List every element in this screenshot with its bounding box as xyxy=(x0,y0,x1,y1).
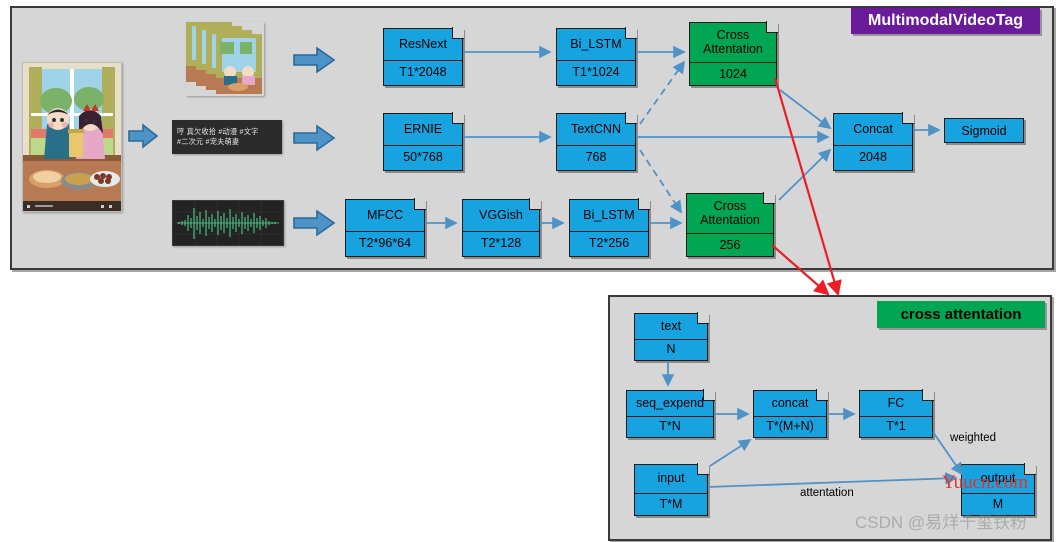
text-flow-arrow xyxy=(292,123,336,153)
main-panel-title: MultimodalVideoTag xyxy=(851,8,1040,34)
corner-fold-icon xyxy=(696,312,709,325)
caption-line-1: 哼 真欠收拾 #动漫 #文字 xyxy=(177,126,259,136)
node-ernie[interactable]: ERNIE 50*768 xyxy=(383,112,464,171)
node-mfcc[interactable]: MFCC T2*96*64 xyxy=(345,198,426,257)
node-ernie-label: ERNIE xyxy=(403,121,443,136)
node-vggish-label: VGGish xyxy=(479,207,523,222)
node-bilstm-video-value: T1*1024 xyxy=(557,60,635,85)
label-attentation: attentation xyxy=(800,487,854,499)
csdn-watermark: CSDN @易烊千玺铁粉 xyxy=(855,513,1028,532)
node-textcnn-label: TextCNN xyxy=(570,121,621,136)
node-cross-attention-audio[interactable]: Cross Attentation 256 xyxy=(686,192,775,258)
corner-fold-icon xyxy=(901,112,914,125)
audio-flow-arrow xyxy=(292,208,336,238)
node-cross-attention-audio-label: Cross Attentation xyxy=(700,199,760,227)
node-cross-attention-video-value: 1024 xyxy=(690,62,776,87)
video-flow-arrow xyxy=(292,45,336,75)
node-bilstm-audio[interactable]: Bi_LSTM T2*256 xyxy=(569,198,650,257)
corner-fold-icon xyxy=(624,112,637,125)
node-fc[interactable]: FC T*1 xyxy=(859,389,934,438)
node-concat[interactable]: Concat 2048 xyxy=(833,112,914,171)
corner-fold-icon xyxy=(765,21,778,34)
node-detail-concat[interactable]: concat T*(M+N) xyxy=(753,389,828,438)
node-seq-expend[interactable]: seq_expend T*N xyxy=(626,389,715,438)
node-seq-expend-label: seq_expend xyxy=(635,395,705,410)
corner-fold-icon xyxy=(413,198,426,211)
node-vggish[interactable]: VGGish T2*128 xyxy=(462,198,541,257)
node-seq-expend-value: T*N xyxy=(627,416,713,437)
corner-fold-icon xyxy=(451,112,464,125)
audio-waveform-thumbnail xyxy=(172,200,284,246)
corner-fold-icon xyxy=(921,389,934,402)
caption-line-2: #二次元 #宠夫萌妻 xyxy=(177,137,240,146)
corner-fold-icon xyxy=(762,192,775,205)
corner-fold-icon xyxy=(696,463,709,476)
node-resnext-label: ResNext xyxy=(399,36,447,51)
node-detail-concat-value: T*(M+N) xyxy=(754,416,826,437)
video-poster-thumbnail xyxy=(22,62,122,212)
node-ernie-value: 50*768 xyxy=(384,145,462,170)
yuucn-watermark: Yuucn.com xyxy=(942,472,1029,493)
node-concat-label: Concat xyxy=(853,121,893,136)
node-vggish-value: T2*128 xyxy=(463,231,539,256)
node-detail-text-value: N xyxy=(635,339,707,360)
corner-fold-icon xyxy=(624,27,637,40)
label-weighted: weighted xyxy=(950,432,997,444)
node-concat-value: 2048 xyxy=(834,145,912,170)
node-cross-attention-video-label: Cross Attentation xyxy=(703,28,763,56)
node-sigmoid[interactable]: Sigmoid xyxy=(944,118,1024,143)
poster-to-text-arrow xyxy=(128,122,159,150)
corner-fold-icon xyxy=(528,198,541,211)
video-frames-thumbnail xyxy=(186,22,264,96)
node-input[interactable]: input T*M xyxy=(634,463,709,516)
text-caption-thumbnail: 哼 真欠收拾 #动漫 #文字 #二次元 #宠夫萌妻 xyxy=(172,120,282,154)
node-bilstm-audio-value: T2*256 xyxy=(570,231,648,256)
corner-fold-icon xyxy=(702,389,715,402)
node-detail-text[interactable]: text N xyxy=(634,312,709,361)
node-input-value: T*M xyxy=(635,493,707,515)
diagram-canvas: MultimodalVideoTag 哼 真欠收拾 #动漫 #文字 #二次元 #… xyxy=(0,0,1063,542)
node-resnext-value: T1*2048 xyxy=(384,60,462,85)
node-fc-value: T*1 xyxy=(860,416,932,437)
node-cross-attention-audio-value: 256 xyxy=(687,233,773,258)
corner-fold-icon xyxy=(451,27,464,40)
node-mfcc-value: T2*96*64 xyxy=(346,231,424,256)
corner-fold-icon xyxy=(815,389,828,402)
node-bilstm-audio-label: Bi_LSTM xyxy=(583,207,635,222)
node-resnext[interactable]: ResNext T1*2048 xyxy=(383,27,464,86)
detail-panel-title: cross attentation xyxy=(877,301,1045,328)
corner-fold-icon xyxy=(637,198,650,211)
node-textcnn[interactable]: TextCNN 768 xyxy=(556,112,637,171)
node-textcnn-value: 768 xyxy=(557,145,635,170)
node-mfcc-label: MFCC xyxy=(366,207,404,222)
node-cross-attention-video[interactable]: Cross Attentation 1024 xyxy=(689,21,778,87)
node-bilstm-video-label: Bi_LSTM xyxy=(570,36,622,51)
node-bilstm-video[interactable]: Bi_LSTM T1*1024 xyxy=(556,27,637,86)
